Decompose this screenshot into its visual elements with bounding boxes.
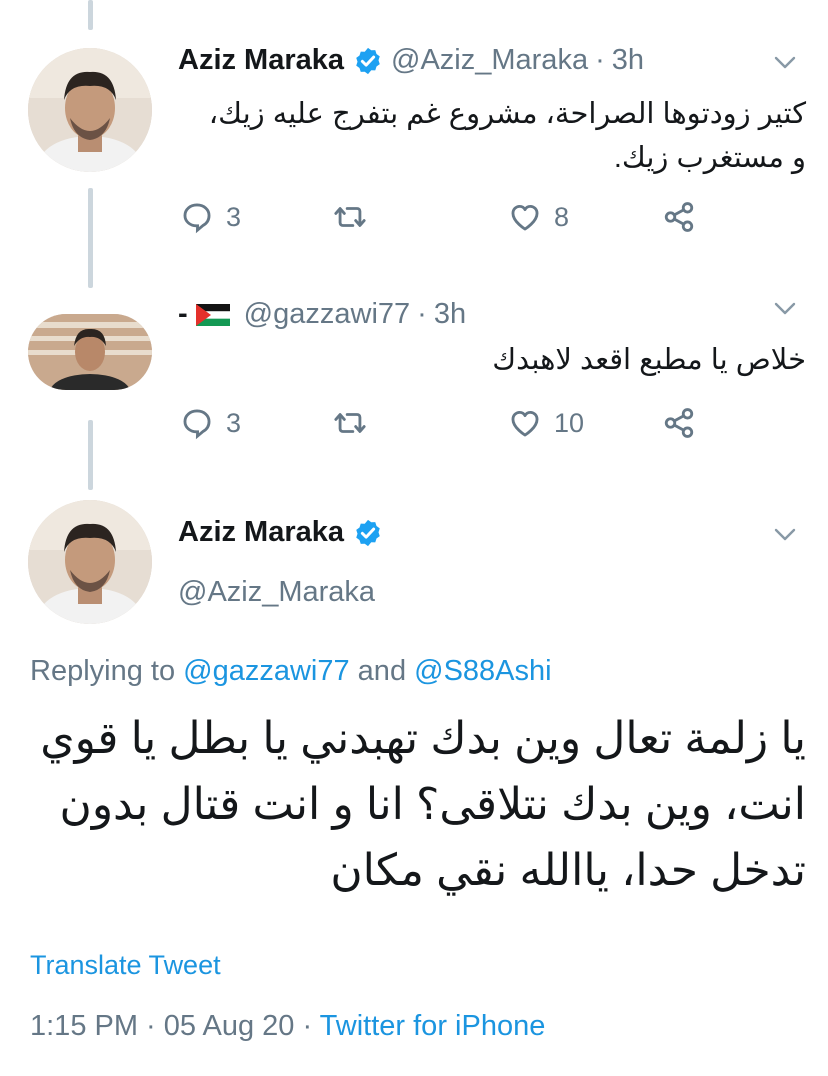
timestamp[interactable]: 3h bbox=[434, 298, 466, 331]
share-button[interactable] bbox=[662, 200, 696, 234]
tweet-1-actions: 3 8 bbox=[180, 200, 720, 240]
retweet-button[interactable] bbox=[330, 200, 370, 234]
tweet-1-line-2: و مستغرب زيك. bbox=[613, 142, 806, 174]
chevron-down-icon[interactable] bbox=[774, 528, 796, 542]
like-count: 8 bbox=[554, 201, 570, 232]
retweet-icon bbox=[334, 413, 366, 433]
display-name[interactable]: Aziz Maraka bbox=[178, 44, 344, 77]
handle[interactable]: @gazzawi77 bbox=[244, 298, 410, 331]
thread-line-1 bbox=[88, 188, 93, 288]
tweet-1-text: كتير زودتوها الصراحة، مشروع غم بتفرج علي… bbox=[166, 92, 806, 180]
avatar-photo bbox=[28, 500, 152, 624]
thread-line-2 bbox=[88, 420, 93, 490]
mention-s88ashi[interactable]: @S88Ashi bbox=[414, 655, 551, 687]
verified-badge-icon bbox=[356, 519, 380, 546]
chevron-down-icon[interactable] bbox=[774, 302, 796, 316]
chevron-down-icon[interactable] bbox=[774, 56, 796, 70]
tweet-2-actions: 3 10 bbox=[180, 406, 720, 446]
retweet-button[interactable] bbox=[330, 406, 370, 440]
replying-and: and bbox=[349, 655, 415, 687]
like-icon bbox=[511, 410, 539, 437]
meta-separator: · bbox=[138, 1010, 164, 1042]
reply-count: 3 bbox=[226, 201, 242, 232]
handle[interactable]: @Aziz_Maraka bbox=[178, 576, 375, 609]
reply-icon bbox=[183, 203, 211, 234]
tweet-date[interactable]: 05 Aug 20 bbox=[164, 1010, 295, 1042]
main-tweet-handle-row: @Aziz_Maraka bbox=[178, 576, 375, 609]
tweet-2-header: - @gazzawi77 · 3h bbox=[178, 298, 466, 331]
reply-button[interactable]: 3 bbox=[180, 200, 241, 234]
share-icon bbox=[664, 202, 694, 232]
timestamp[interactable]: 3h bbox=[612, 44, 644, 77]
separator-dot: · bbox=[417, 298, 427, 330]
share-button[interactable] bbox=[662, 406, 696, 440]
tweet-2-text: خلاص يا مطبع اقعد لاهبدك bbox=[492, 344, 806, 376]
separator-dot: · bbox=[595, 44, 605, 76]
display-name[interactable]: - bbox=[178, 298, 188, 331]
like-button[interactable]: 10 bbox=[508, 406, 584, 440]
reply-button[interactable]: 3 bbox=[180, 406, 241, 440]
translate-tweet-link[interactable]: Translate Tweet bbox=[30, 950, 221, 981]
avatar-aziz-2[interactable] bbox=[28, 500, 152, 624]
avatar-aziz-1[interactable] bbox=[28, 48, 152, 172]
palestine-flag-icon bbox=[195, 303, 230, 326]
verified-badge-icon bbox=[356, 47, 380, 74]
tweet-client-link[interactable]: Twitter for iPhone bbox=[320, 1010, 546, 1042]
like-button[interactable]: 8 bbox=[508, 200, 569, 234]
like-icon bbox=[511, 204, 539, 231]
retweet-icon bbox=[334, 207, 366, 227]
mention-gazzawi77[interactable]: @gazzawi77 bbox=[183, 655, 349, 687]
replying-to: Replying to @gazzawi77 and @S88Ashi bbox=[30, 655, 552, 688]
reply-icon bbox=[183, 409, 211, 440]
handle[interactable]: @Aziz_Maraka bbox=[391, 44, 588, 77]
tweet-time[interactable]: 1:15 PM bbox=[30, 1010, 138, 1042]
avatar-gazzawi[interactable] bbox=[28, 314, 152, 390]
tweet-1-line-1: كتير زودتوها الصراحة، مشروع غم بتفرج علي… bbox=[208, 98, 806, 130]
main-tweet-name-row: Aziz Maraka bbox=[178, 516, 383, 549]
share-icon bbox=[664, 408, 694, 438]
avatar-photo bbox=[28, 314, 152, 390]
avatar-photo bbox=[28, 48, 152, 172]
like-count: 10 bbox=[554, 407, 585, 438]
reply-count: 3 bbox=[226, 407, 242, 438]
tweet-meta: 1:15 PM · 05 Aug 20 · Twitter for iPhone bbox=[30, 1010, 545, 1043]
thread-line-top bbox=[88, 0, 93, 30]
main-tweet-text: يا زلمة تعال وين بدك تهبدني يا بطل يا قو… bbox=[40, 714, 806, 895]
replying-prefix: Replying to bbox=[30, 655, 184, 687]
tweet-1-header: Aziz Maraka @Aziz_Maraka · 3h bbox=[178, 44, 644, 77]
display-name[interactable]: Aziz Maraka bbox=[178, 516, 344, 549]
meta-separator: · bbox=[294, 1010, 320, 1042]
